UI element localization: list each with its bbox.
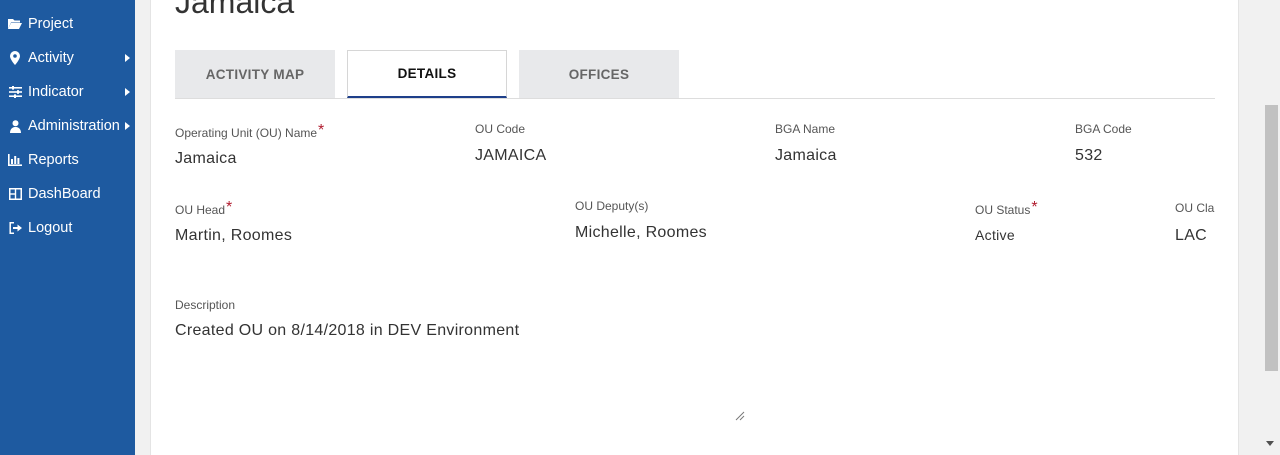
tab-activity-map[interactable]: ACTIVITY MAP (175, 50, 335, 98)
sidebar-item-label: Project (28, 16, 74, 32)
sidebar-item-label: Indicator (28, 84, 84, 100)
ou-name-value: Jamaica (175, 150, 237, 167)
scroll-down-arrow-icon[interactable] (1266, 441, 1274, 446)
sidebar-item-reports[interactable]: Reports (0, 147, 135, 173)
sidebar-item-administration[interactable]: Administration (0, 113, 135, 139)
tab-offices[interactable]: OFFICES (519, 50, 679, 98)
sidebar-item-dashboard[interactable]: DashBoard (0, 181, 135, 207)
folder-open-icon (8, 17, 22, 31)
ou-deputies-label: OU Deputy(s) (575, 199, 649, 213)
required-marker: * (226, 199, 233, 216)
page-title: Jamaica (175, 0, 295, 20)
description-label: Description (175, 298, 236, 312)
sidebar-item-label: DashBoard (28, 186, 101, 202)
bar-chart-icon (8, 153, 22, 167)
sidebar-item-activity[interactable]: Activity (0, 45, 135, 71)
sidebar: Project Activity Indicator Administratio… (0, 0, 135, 455)
ou-head-value: Martin, Roomes (175, 227, 293, 244)
scrollbar-thumb[interactable] (1265, 105, 1278, 371)
sidebar-item-label: Activity (28, 50, 74, 66)
sidebar-item-indicator[interactable]: Indicator (0, 79, 135, 105)
user-icon (8, 119, 22, 133)
required-marker: * (1031, 199, 1038, 216)
sidebar-item-label: Logout (28, 220, 73, 236)
sidebar-item-logout[interactable]: Logout (0, 215, 135, 241)
map-pin-icon (8, 51, 22, 65)
ou-class-label: OU Cla (1175, 201, 1215, 215)
bga-code-value: 532 (1075, 147, 1103, 164)
ou-head-label: OU Head* (175, 199, 233, 217)
bga-code-label: BGA Code (1075, 122, 1132, 136)
ou-name-label: Operating Unit (OU) Name* (175, 122, 325, 140)
description-textarea[interactable]: Created OU on 8/14/2018 in DEV Environme… (175, 318, 745, 422)
ou-deputies-value: Michelle, Roomes (575, 224, 707, 241)
tab-divider (175, 98, 1215, 99)
sidebar-item-project[interactable]: Project (0, 11, 135, 37)
sidebar-item-label: Administration (28, 118, 120, 134)
resize-handle-icon[interactable] (735, 411, 745, 421)
ou-class-field: OU Cla LAC (1175, 199, 1215, 259)
sidebar-item-label: Reports (28, 152, 79, 168)
ou-code-label: OU Code (475, 122, 526, 136)
ou-class-value: LAC (1175, 227, 1208, 244)
ou-status-label: OU Status* (975, 199, 1038, 217)
sliders-icon (8, 85, 22, 99)
caret-right-icon (125, 88, 130, 96)
sign-out-icon (8, 221, 22, 235)
caret-right-icon (125, 54, 130, 62)
tab-details[interactable]: DETAILS (347, 50, 507, 98)
ou-status-value: Active (975, 227, 1015, 243)
dashboard-icon (8, 187, 22, 201)
ou-code-value: JAMAICA (475, 147, 547, 164)
bga-name-label: BGA Name (775, 122, 836, 136)
bga-name-value: Jamaica (775, 147, 837, 164)
required-marker: * (318, 122, 325, 139)
caret-right-icon (125, 122, 130, 130)
